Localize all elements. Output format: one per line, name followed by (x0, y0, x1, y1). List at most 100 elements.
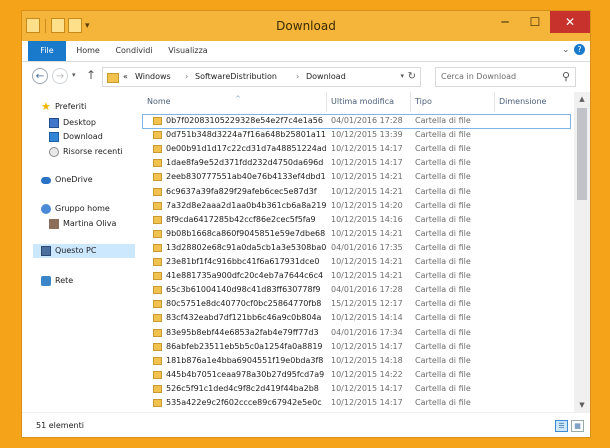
file-modified: 10/12/2015 14:16 (331, 214, 403, 224)
file-modified: 10/12/2015 14:21 (331, 186, 403, 196)
file-modified: 10/12/2015 14:17 (331, 341, 403, 351)
folder-icon (153, 356, 162, 365)
table-row[interactable]: 0b7f02083105229328e54e2f7c4e1a56 04/01/20… (142, 114, 571, 129)
file-modified: 10/12/2015 14:21 (331, 271, 403, 281)
table-row[interactable]: 0e00b91d1d17c22cd31d7a48851224ad 10/12/20… (143, 143, 570, 156)
table-row[interactable]: 83cf432eabd7df121bb6c46a9c0b804a 10/12/20… (143, 312, 570, 325)
file-type: Cartella di file (415, 116, 471, 125)
recent-locations-chevron-icon[interactable]: ▾ (72, 71, 76, 79)
maximize-button[interactable]: ☐ (520, 11, 550, 33)
nav-item-onedrive[interactable]: OneDrive (41, 173, 93, 187)
table-row[interactable]: 0d751b348d3224a7f16a648b25801a11 10/12/20… (143, 129, 570, 142)
ribbon-tabs: File Home Condividi Visualizza ⌄ ? (22, 41, 590, 62)
scroll-up-arrow-icon[interactable]: ▲ (574, 92, 590, 106)
table-row[interactable]: 8f9cda6417285b42ccf86e2cec5f5fa9 10/12/20… (143, 214, 570, 227)
table-row[interactable]: 7a32d8e2aaa2d1aa0b4b361cb6a8a219 10/12/20… (143, 200, 570, 213)
tab-file[interactable]: File (28, 41, 66, 61)
download-folder-icon (49, 132, 59, 142)
table-row[interactable]: 41e881735a900dfc20c4eb7a7644c6c4 10/12/20… (143, 270, 570, 283)
table-row[interactable]: 445b4b7051ceaa978a30b27d95fcd7a9 10/12/20… (143, 369, 570, 382)
breadcrumb-windows[interactable]: Windows (135, 72, 171, 81)
file-name: 13d28802e68c91a0da5cb1a3e5308ba0 (166, 242, 326, 252)
breadcrumb-download[interactable]: Download (306, 72, 346, 81)
table-row[interactable]: 6c9637a39fa829f29afeb6cec5e87d3f 10/12/20… (143, 186, 570, 199)
nav-item-user[interactable]: Martina Oliva (49, 217, 116, 231)
table-row[interactable]: 1dae8fa9e52d371fdd232d4750da696d 10/12/20… (143, 157, 570, 170)
breadcrumb-separator[interactable]: › (296, 72, 299, 81)
address-bar[interactable]: « Windows › SoftwareDistribution › Downl… (102, 67, 421, 87)
navigation-bar: ← → ▾ ↑ « Windows › SoftwareDistribution… (22, 62, 590, 92)
file-modified: 10/12/2015 13:39 (331, 130, 403, 140)
file-name: 445b4b7051ceaa978a30b27d95fcd7a9 (166, 369, 325, 379)
details-view-button[interactable]: ☰ (555, 420, 568, 432)
nav-item-favorites[interactable]: ★ Preferiti (41, 100, 86, 114)
nav-item-desktop[interactable]: Desktop (49, 116, 96, 130)
file-modified: 04/01/2016 17:28 (331, 116, 403, 125)
file-name: 8f9cda6417285b42ccf86e2cec5f5fa9 (166, 214, 316, 224)
help-button[interactable]: ? (574, 44, 585, 55)
nav-item-homegroup[interactable]: Gruppo home (41, 202, 110, 216)
explorer-window: Download ▾ ─ ☐ ✕ File Home Condividi Vis… (22, 11, 590, 437)
column-header-modified[interactable]: Ultima modifica (327, 92, 411, 112)
file-type: Cartella di file (415, 242, 471, 252)
refresh-icon[interactable]: ↻ (408, 71, 416, 82)
file-list: Nome ^ Ultima modifica Tipo Dimensione 0… (141, 92, 574, 412)
file-type: Cartella di file (415, 228, 471, 238)
search-icon[interactable]: ⚲ (562, 70, 570, 83)
table-row[interactable]: 9b08b1668ca860f9045851e59e7dbe68 10/12/20… (143, 228, 570, 241)
tab-share[interactable]: Condividi (110, 41, 158, 61)
scroll-down-arrow-icon[interactable]: ▼ (574, 398, 590, 412)
search-input[interactable]: Cerca in Download ⚲ (435, 67, 576, 87)
file-modified: 04/01/2016 17:34 (331, 327, 403, 337)
new-folder-icon[interactable] (68, 18, 82, 33)
table-row[interactable]: 13d28802e68c91a0da5cb1a3e5308ba0 04/01/20… (143, 242, 570, 255)
file-modified: 10/12/2015 14:18 (331, 355, 403, 365)
table-row[interactable]: 535a422e9c2f602ccce89c67942e5e0c 10/12/20… (143, 397, 570, 410)
scrollbar-thumb[interactable] (577, 108, 587, 200)
file-name: 6c9637a39fa829f29afeb6cec5e87d3f (166, 186, 317, 196)
file-name: 526c5f91c1ded4c9f8c2d419f44ba2b8 (166, 383, 319, 393)
minimize-button[interactable]: ─ (490, 11, 520, 33)
nav-item-downloads[interactable]: Download (49, 130, 103, 144)
table-row[interactable]: 181b876a1e4bba6904551f19e0bda3f8 10/12/20… (143, 355, 570, 368)
column-header-size[interactable]: Dimensione (495, 92, 574, 112)
tab-home[interactable]: Home (70, 41, 106, 61)
address-overflow[interactable]: « (123, 72, 128, 81)
toolbar-divider (45, 18, 46, 33)
column-header-name[interactable]: Nome ^ (143, 92, 327, 112)
table-row[interactable]: 83e95b8ebf44e6853a2fab4e79ff77d3 04/01/20… (143, 327, 570, 340)
forward-button[interactable]: → (52, 68, 68, 84)
table-row[interactable]: 526c5f91c1ded4c9f8c2d419f44ba2b8 10/12/20… (143, 383, 570, 396)
large-icons-view-button[interactable]: ▦ (571, 420, 584, 432)
folder-icon[interactable] (26, 18, 40, 33)
file-name: 9b08b1668ca860f9045851e59e7dbe68 (166, 228, 326, 238)
file-name: 23e81bf1f4c916bbc41f6a617931dce0 (166, 257, 320, 266)
expand-ribbon-chevron-icon[interactable]: ⌄ (562, 45, 570, 55)
table-row[interactable]: 23e81bf1f4c916bbc41f6a617931dce0 10/12/20… (143, 256, 570, 269)
nav-item-label: Rete (55, 276, 74, 285)
file-type: Cartella di file (415, 257, 471, 266)
up-arrow-icon[interactable]: ↑ (86, 68, 96, 82)
table-row[interactable]: 65c3b61004140d98c41d83ff630778f9 04/01/20… (143, 284, 570, 297)
folder-icon (153, 300, 162, 309)
table-row[interactable]: 80c5751e8dc40770cf0bc25864770fb8 15/12/20… (143, 298, 570, 311)
sort-ascending-icon: ^ (235, 95, 241, 103)
breadcrumb-separator[interactable]: › (185, 72, 188, 81)
nav-item-label: Risorse recenti (63, 147, 123, 156)
file-modified: 10/12/2015 14:17 (331, 158, 403, 168)
table-row[interactable]: 86abfeb23511eb5b5c0a1254fa0a8819 10/12/20… (143, 341, 570, 354)
close-button[interactable]: ✕ (550, 11, 590, 33)
nav-item-recent[interactable]: Risorse recenti (49, 145, 123, 159)
customize-chevron-down-icon[interactable]: ▾ (85, 21, 90, 31)
nav-item-this-pc[interactable]: Questo PC (41, 244, 96, 258)
file-modified: 10/12/2015 14:21 (331, 172, 403, 182)
tab-view[interactable]: Visualizza (162, 41, 214, 61)
table-row[interactable]: 2eeb830777551ab40e76b4133ef4dbd1 10/12/20… (143, 171, 570, 184)
nav-item-network[interactable]: Rete (41, 274, 73, 288)
vertical-scrollbar[interactable]: ▲ ▼ (574, 92, 590, 412)
back-button[interactable]: ← (32, 68, 48, 84)
properties-icon[interactable] (51, 18, 65, 33)
column-header-type[interactable]: Tipo (411, 92, 495, 112)
address-history-chevron-icon[interactable]: ▾ (400, 72, 404, 80)
breadcrumb-softwaredistribution[interactable]: SoftwareDistribution (195, 72, 277, 81)
